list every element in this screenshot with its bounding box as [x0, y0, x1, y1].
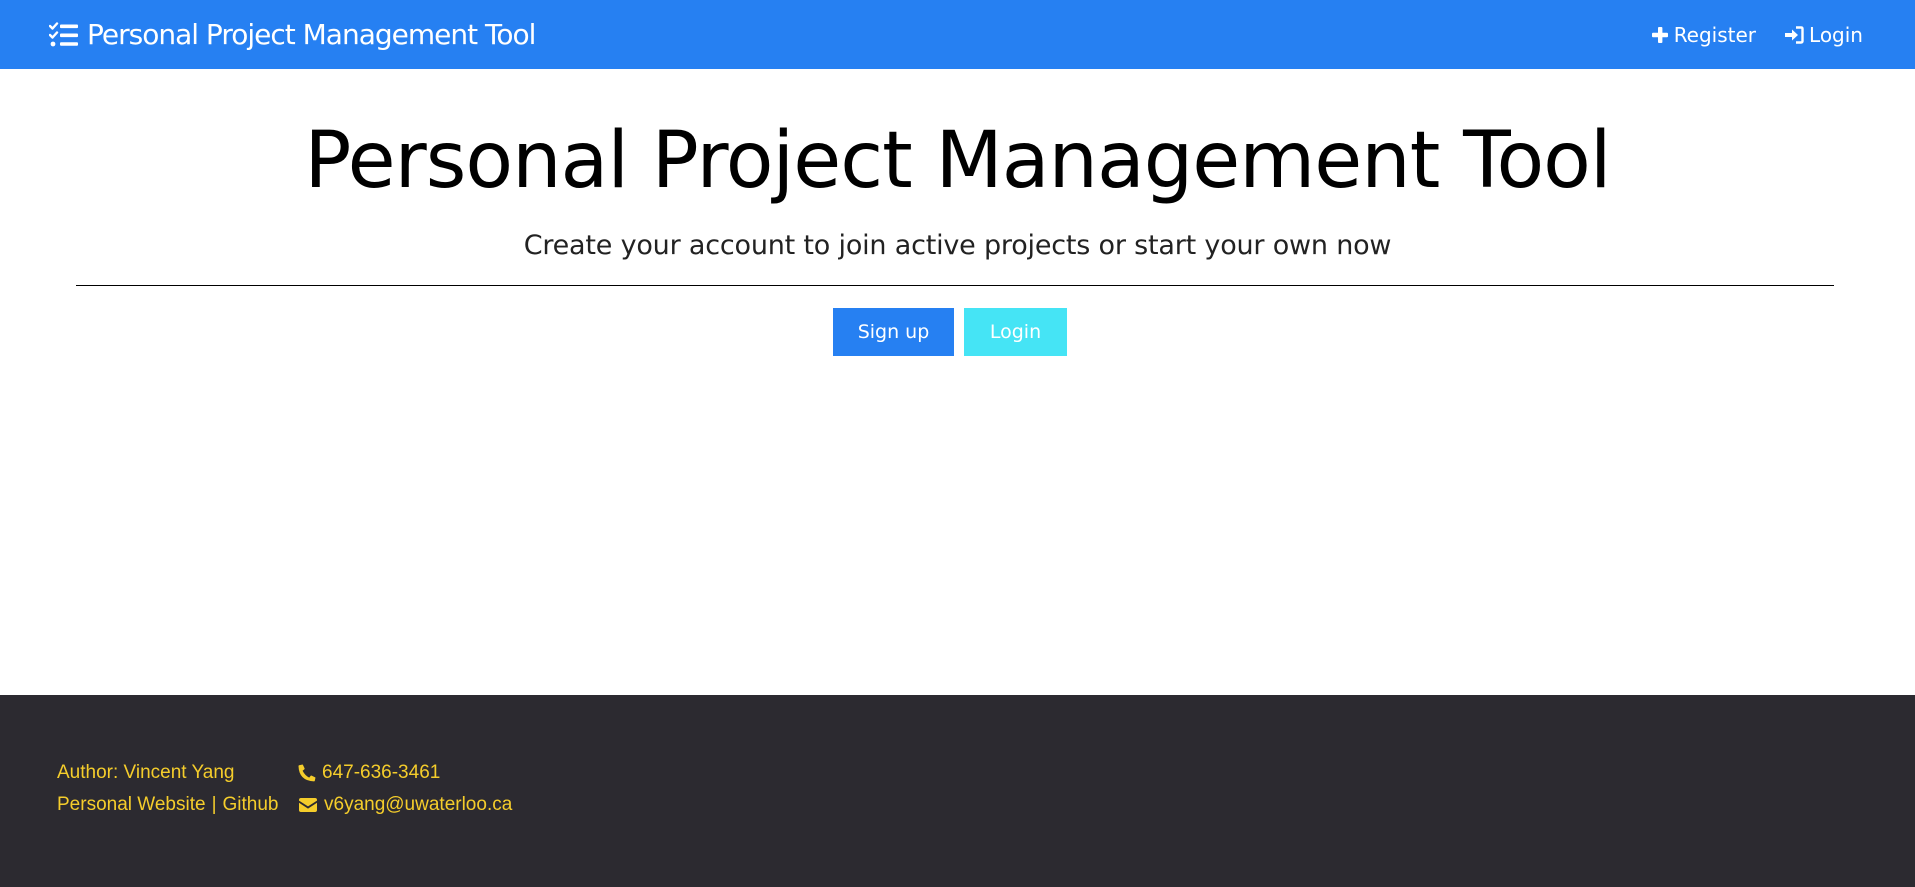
footer-author: Author: Vincent Yang [57, 762, 235, 783]
login-link[interactable]: Login [1784, 23, 1863, 47]
envelope-icon [299, 798, 317, 812]
phone-number: 647-636-3461 [322, 762, 441, 783]
login-label: Login [1809, 22, 1863, 47]
navbar: Personal Project Management Tool Registe… [0, 0, 1915, 69]
register-label: Register [1673, 22, 1757, 47]
signup-button[interactable]: Sign up [833, 308, 954, 356]
nav-links: Register Login [1651, 0, 1863, 69]
page-title: Personal Project Management Tool [304, 116, 1611, 206]
page-subtitle: Create your account to join active proje… [523, 230, 1392, 261]
brand-title: Personal Project Management Tool [87, 18, 536, 51]
sign-in-icon [1785, 25, 1804, 44]
tasks-list-icon [49, 21, 78, 46]
footer-email: v6yang@uwaterloo.ca [298, 794, 512, 816]
register-link[interactable]: Register [1651, 23, 1756, 47]
login-button[interactable]: Login [964, 308, 1067, 356]
email-address[interactable]: v6yang@uwaterloo.ca [324, 794, 512, 816]
brand-link[interactable]: Personal Project Management Tool [49, 0, 536, 69]
footer [0, 695, 1915, 887]
divider [76, 285, 1834, 286]
footer-separator: | [211, 794, 217, 815]
footer-phone: 647-636-3461 [298, 762, 440, 784]
plus-icon [1651, 26, 1668, 43]
phone-icon [298, 764, 316, 782]
github-link[interactable]: Github [223, 794, 279, 816]
personal-website-link[interactable]: Personal Website [57, 794, 206, 816]
footer-links: Personal Website | Github [57, 794, 278, 816]
